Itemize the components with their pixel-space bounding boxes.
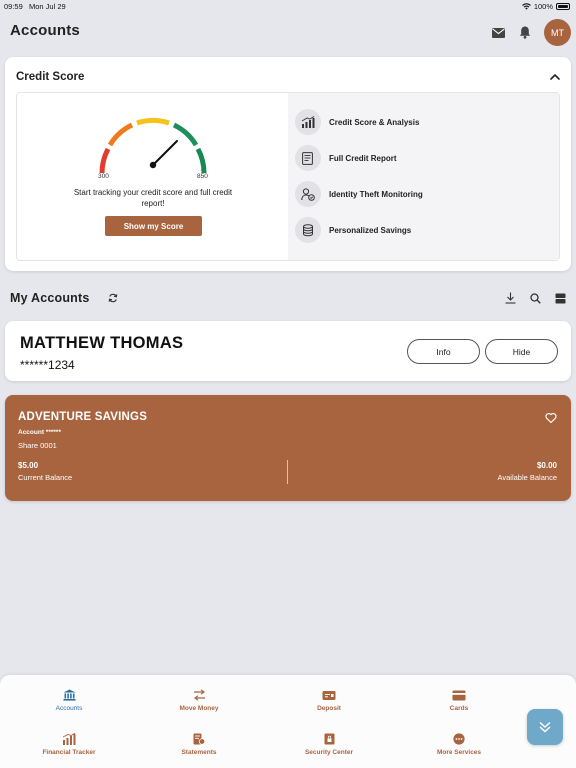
nav-label: Statements <box>181 749 217 756</box>
account-name: ADVENTURE SAVINGS <box>18 411 148 423</box>
tracker-icon <box>62 733 76 745</box>
status-date: Mon Jul 29 <box>29 2 66 11</box>
nav-item-more-services[interactable]: More Services <box>394 733 524 756</box>
info-button[interactable]: Info <box>407 339 480 364</box>
credit-gauge-panel: 300 850 Start tracking your credit score… <box>17 93 288 260</box>
refresh-icon[interactable] <box>108 293 118 303</box>
avatar[interactable]: MT <box>544 19 571 46</box>
nav-item-move-money[interactable]: Move Money <box>134 689 264 712</box>
account-number-label: Account ****** <box>18 429 61 436</box>
feature-label: Credit Score & Analysis <box>328 117 420 127</box>
show-score-button[interactable]: Show my Score <box>105 216 202 236</box>
current-balance-label: Current Balance <box>18 473 73 482</box>
nav-item-financial-tracker[interactable]: Financial Tracker <box>4 733 134 756</box>
nav-label: Deposit <box>317 705 341 712</box>
account-card[interactable]: ADVENTURE SAVINGS Account ****** Share 0… <box>5 395 571 501</box>
status-right: 100% <box>521 2 570 11</box>
member-name: MATTHEW THOMAS <box>20 334 184 352</box>
wifi-icon <box>521 3 531 10</box>
download-icon[interactable] <box>504 292 516 304</box>
credit-score-title: Credit Score <box>16 71 85 83</box>
heart-icon[interactable] <box>545 412 557 424</box>
feature-label: Identity Theft Monitoring <box>328 189 423 199</box>
card-icon <box>452 689 466 701</box>
gauge-min-label: 300 <box>98 173 109 180</box>
chevron-up-icon[interactable] <box>549 71 561 83</box>
identity-icon <box>294 181 321 207</box>
credit-features-list: Credit Score & Analysis Full Credit Repo… <box>287 93 559 260</box>
bank-icon <box>62 689 76 701</box>
mail-icon[interactable] <box>490 25 506 41</box>
nav-item-cards[interactable]: Cards <box>394 689 524 712</box>
chart-icon <box>294 109 321 135</box>
nav-item-deposit[interactable]: Deposit <box>264 689 394 712</box>
search-icon[interactable] <box>529 292 541 304</box>
balance-divider <box>287 460 288 484</box>
battery-percent: 100% <box>533 2 553 11</box>
nav-label: Move Money <box>179 705 219 712</box>
feature-item[interactable]: Full Credit Report <box>294 145 559 171</box>
statements-icon <box>192 733 206 745</box>
available-balance-value: $0.00 <box>536 461 557 470</box>
collapse-nav-button[interactable] <box>527 709 563 745</box>
page-title: Accounts <box>10 22 80 39</box>
nav-item-security-center[interactable]: Security Center <box>264 733 394 756</box>
nav-item-accounts[interactable]: Accounts <box>4 689 134 712</box>
hide-button[interactable]: Hide <box>485 339 558 364</box>
security-icon <box>322 733 336 745</box>
section-title: My Accounts <box>10 291 90 305</box>
status-time: 09:59 <box>4 2 23 11</box>
battery-icon <box>556 3 570 10</box>
nav-label: More Services <box>436 749 482 756</box>
member-number: ******1234 <box>20 358 75 372</box>
nav-label: Cards <box>449 705 469 712</box>
header-actions: MT <box>490 19 571 46</box>
member-card: MATTHEW THOMAS ******1234 Info Hide <box>5 321 571 381</box>
status-bar: 09:59 Mon Jul 29 100% <box>0 0 576 14</box>
credit-score-card: Credit Score 300 850 Start tracking your… <box>5 57 571 271</box>
more-icon <box>452 733 466 745</box>
bell-icon[interactable] <box>517 25 533 41</box>
report-icon <box>294 145 321 171</box>
view-toggle-icon[interactable] <box>554 292 566 304</box>
nav-label: Financial Tracker <box>42 749 96 756</box>
nav-label: Security Center <box>304 749 354 756</box>
current-balance-value: $5.00 <box>18 461 39 470</box>
deposit-icon <box>322 689 336 701</box>
available-balance-label: Available Balance <box>497 473 558 482</box>
credit-score-panel: 300 850 Start tracking your credit score… <box>16 92 560 261</box>
nav-label: Accounts <box>55 705 83 712</box>
bottom-nav: Accounts Move Money Deposit Cards Financ… <box>0 675 576 768</box>
credit-description: Start tracking your credit score and ful… <box>73 188 233 208</box>
savings-icon <box>294 217 321 243</box>
feature-label: Full Credit Report <box>328 153 397 163</box>
account-share: Share 0001 <box>18 441 57 450</box>
feature-item[interactable]: Credit Score & Analysis <box>294 109 559 135</box>
feature-item[interactable]: Personalized Savings <box>294 217 559 243</box>
gauge-icon <box>99 117 207 174</box>
nav-item-statements[interactable]: Statements <box>134 733 264 756</box>
double-chevron-down-icon <box>539 721 551 733</box>
section-actions <box>504 292 566 304</box>
gauge-max-label: 850 <box>197 173 208 180</box>
transfer-icon <box>192 689 206 701</box>
feature-item[interactable]: Identity Theft Monitoring <box>294 181 559 207</box>
feature-label: Personalized Savings <box>328 225 412 235</box>
